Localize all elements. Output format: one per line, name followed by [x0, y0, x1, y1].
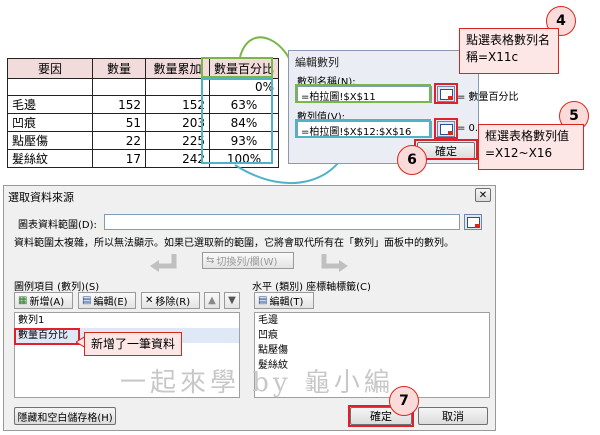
table-cell[interactable]	[7, 78, 93, 96]
name-input-highlight	[295, 84, 431, 103]
range-label: 圖表資料範圍(D):	[18, 220, 97, 231]
edit-series-button[interactable]: ▤ 編輯(E)	[78, 292, 136, 309]
table-cell[interactable]: 203	[145, 113, 210, 132]
callout-line: 稱=X11c	[466, 50, 519, 64]
step-5-callout: 框選表格數列值 =X12~X16	[478, 124, 584, 170]
chevron-down-icon: ▼	[228, 295, 236, 306]
close-icon[interactable]: ✕	[475, 188, 491, 202]
add-series-button[interactable]: ▦ 新增(A)	[14, 292, 73, 309]
table-cell[interactable]: 髮絲紋	[7, 149, 93, 168]
table-cell[interactable]	[145, 78, 210, 96]
table-cell[interactable]: 51	[92, 113, 146, 132]
add-icon: ▦	[18, 295, 28, 306]
switch-row-column-button[interactable]: ⇆ 切換列/欄(W)	[202, 252, 294, 269]
cancel-button[interactable]: 取消	[418, 407, 488, 425]
list-item[interactable]: 數列1	[15, 313, 239, 328]
header-cell[interactable]: 數量累加	[145, 58, 210, 79]
table-cell[interactable]: 22	[92, 131, 146, 150]
header-cell[interactable]: 數量	[92, 58, 146, 79]
hidden-empty-cells-button[interactable]: 隱藏和空白儲存格(H)	[14, 407, 116, 425]
dialog-title: 編輯數列	[295, 56, 339, 69]
table-cell[interactable]: 17	[92, 149, 146, 168]
axis-labels-label: 水平 (類別) 座標軸標籤(C)	[252, 282, 371, 293]
range-warning: 資料範圍太複雜，所以無法顯示。如果已選取新的範圍，它將會取代所有在「數列」面板中…	[14, 238, 454, 249]
callout-line: 框選表格數列值	[485, 129, 570, 143]
list-item[interactable]: 凹痕	[255, 328, 489, 343]
table-cell[interactable]: 毛邊	[7, 95, 93, 114]
chevron-up-icon: ▲	[208, 295, 216, 306]
table-cell[interactable]: 225	[145, 131, 210, 150]
table-cell[interactable]: 152	[92, 95, 146, 114]
list-item[interactable]: 毛邊	[255, 313, 489, 328]
step-4-callout: 點選表格數列名 稱=X11c	[459, 28, 559, 74]
name-button-highlight	[434, 83, 458, 104]
edit-icon: ▤	[82, 295, 92, 306]
step-6-marker: 6	[397, 145, 427, 175]
watermark: 一起來學 by 龜小編	[120, 368, 394, 398]
callout-line: =X12~X16	[485, 146, 553, 160]
new-series-highlight	[14, 328, 80, 345]
table-cell[interactable]: 凹痕	[7, 113, 93, 132]
table-cell[interactable]	[92, 78, 146, 96]
add-series-label: 新增(A)	[29, 297, 65, 308]
range-input[interactable]	[104, 214, 460, 230]
switch-row-column-label: 切換列/欄(W)	[216, 257, 278, 268]
values-range-highlight	[201, 78, 273, 164]
table-cell[interactable]: 242	[145, 149, 210, 168]
remove-series-button[interactable]: ✕ 移除(R)	[141, 292, 200, 309]
switch-icon: ⇆	[206, 255, 215, 266]
name-cell-highlight	[201, 57, 273, 78]
edit-series-label: 編輯(E)	[93, 297, 128, 308]
values-input-highlight	[295, 119, 431, 138]
move-up-button[interactable]: ▲	[204, 292, 220, 309]
edit-icon: ▤	[258, 295, 268, 306]
move-down-button[interactable]: ▼	[224, 292, 240, 309]
range-select-button[interactable]	[464, 214, 482, 230]
range-select-icon	[466, 216, 480, 228]
legend-entries-label: 圖例項目 (數列)(S)	[14, 282, 100, 293]
header-cell[interactable]: 要因	[7, 58, 93, 79]
remove-series-label: 移除(R)	[155, 297, 191, 308]
edit-axis-labels-label: 編輯(T)	[269, 297, 304, 308]
added-series-callout: 新增了一筆資料	[84, 332, 182, 356]
dialog-title: 選取資料來源	[8, 191, 74, 204]
series-name-result: = 數量百分比	[457, 92, 519, 103]
table-cell[interactable]: 點壓傷	[7, 131, 93, 150]
list-item[interactable]: 點壓傷	[255, 343, 489, 358]
table-cell[interactable]: 152	[145, 95, 210, 114]
values-button-highlight	[434, 118, 458, 139]
edit-axis-labels-button[interactable]: ▤ 編輯(T)	[254, 292, 314, 309]
remove-icon: ✕	[145, 295, 154, 306]
callout-line: 點選表格數列名	[466, 33, 551, 47]
